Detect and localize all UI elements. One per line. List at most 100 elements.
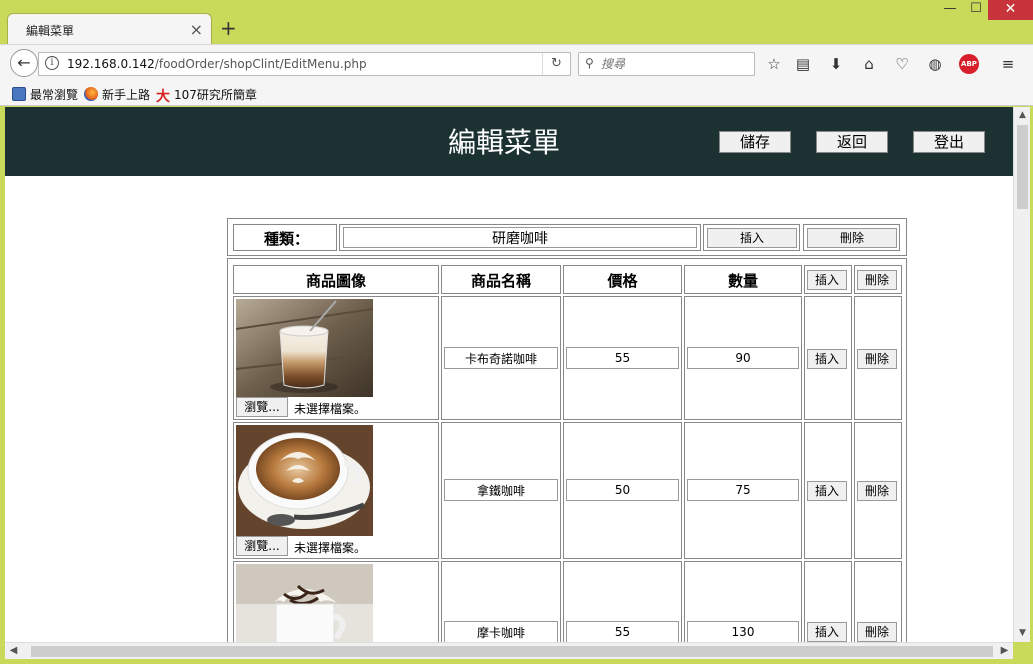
new-tab-icon[interactable]: + xyxy=(220,16,237,40)
row-3-name-cell xyxy=(441,561,561,642)
bookmark-folder-icon xyxy=(12,87,26,101)
row-1-insert-button[interactable]: 插入 xyxy=(807,349,847,369)
row-2-image-cell: 瀏覽... 未選擇檔案。 xyxy=(233,422,439,559)
logout-button[interactable]: 登出 xyxy=(913,131,985,153)
page-header: 編輯菜單 儲存 返回 登出 xyxy=(5,107,1013,176)
bookmark-label: 最常瀏覽 xyxy=(30,88,79,102)
header-insert-button[interactable]: 插入 xyxy=(807,270,847,290)
page-viewport: 編輯菜單 儲存 返回 登出 種類： 插入 刪除 商品圖像 商品名稱 價格 數量 xyxy=(5,107,1013,642)
row-3-delete-button[interactable]: 刪除 xyxy=(857,622,897,642)
minimize-icon[interactable]: — xyxy=(936,0,964,20)
row-1-browse-button[interactable]: 瀏覽... xyxy=(236,397,288,417)
reading-list-icon[interactable]: ▤ xyxy=(793,54,813,74)
back-button[interactable]: 返回 xyxy=(816,131,888,153)
bookmarks-bar: 最常瀏覽 新手上路 大 107研究所簡章 xyxy=(0,82,1033,106)
row-3-qty-cell xyxy=(684,561,802,642)
download-icon[interactable]: ⬇ xyxy=(826,54,846,74)
browser-tab[interactable]: 編輯菜單 × xyxy=(7,13,212,45)
row-3-insert-cell: 插入 xyxy=(804,561,852,642)
row-3-qty-input[interactable] xyxy=(687,621,799,642)
bookmark-most-visited[interactable]: 最常瀏覽 xyxy=(12,86,78,103)
category-table: 種類： 插入 刪除 xyxy=(227,218,907,256)
tab-close-icon[interactable]: × xyxy=(190,20,203,39)
row-2-insert-button[interactable]: 插入 xyxy=(807,481,847,501)
category-label: 種類： xyxy=(264,230,310,248)
row-2-qty-input[interactable] xyxy=(687,479,799,501)
scroll-down-icon[interactable]: ▼ xyxy=(1014,625,1031,642)
row-2-insert-cell: 插入 xyxy=(804,422,852,559)
row-3-delete-cell: 刪除 xyxy=(854,561,902,642)
row-2-browse-button[interactable]: 瀏覽... xyxy=(236,536,288,556)
category-input-cell xyxy=(339,224,701,251)
row-1-delete-cell: 刪除 xyxy=(854,296,902,420)
pocket-icon[interactable]: ♡ xyxy=(892,54,912,74)
category-delete-button[interactable]: 刪除 xyxy=(807,228,897,248)
window-close-icon[interactable]: ✕ xyxy=(988,0,1033,20)
row-1-insert-cell: 插入 xyxy=(804,296,852,420)
cappuccino-photo xyxy=(236,299,373,397)
row-2-price-cell xyxy=(563,422,682,559)
row-1-price-input[interactable] xyxy=(566,347,679,369)
url-bar[interactable]: i 192.168.0.142/foodOrder/shopClint/Edit… xyxy=(38,52,571,76)
row-1-name-input[interactable] xyxy=(444,347,558,369)
adblock-icon[interactable]: ABP xyxy=(959,54,979,74)
star-icon[interactable]: ☆ xyxy=(764,54,784,74)
search-input[interactable] xyxy=(601,55,751,73)
scroll-up-icon[interactable]: ▲ xyxy=(1014,107,1031,124)
home-icon[interactable]: ⌂ xyxy=(859,54,879,74)
info-icon[interactable]: i xyxy=(45,56,59,70)
scroll-right-icon[interactable]: ▶ xyxy=(996,643,1013,660)
vertical-scrollbar[interactable]: ▲ ▼ xyxy=(1013,107,1030,642)
row-2-delete-cell: 刪除 xyxy=(854,422,902,559)
category-insert-button[interactable]: 插入 xyxy=(707,228,797,248)
row-1-image-cell: 瀏覽... 未選擇檔案。 xyxy=(233,296,439,420)
category-input[interactable] xyxy=(343,227,697,248)
menu-icon[interactable]: ≡ xyxy=(998,54,1018,74)
header-delete-button[interactable]: 刪除 xyxy=(857,270,897,290)
url-host: 192.168.0.142 xyxy=(67,57,155,71)
scroll-left-icon[interactable]: ◀ xyxy=(5,643,22,660)
row-1-price-cell xyxy=(563,296,682,420)
row-2-delete-button[interactable]: 刪除 xyxy=(857,481,897,501)
latte-photo xyxy=(236,425,373,536)
firefox-icon xyxy=(84,87,98,101)
row-1-no-file-text: 未選擇檔案。 xyxy=(294,402,367,416)
mocha-photo xyxy=(236,564,373,642)
row-3-insert-button[interactable]: 插入 xyxy=(807,622,847,642)
header-name-cell: 商品名稱 xyxy=(441,265,561,294)
header-delete-cell: 刪除 xyxy=(854,265,902,294)
url-path: /foodOrder/shopClint/EditMenu.php xyxy=(154,57,367,71)
row-2-name-input[interactable] xyxy=(444,479,558,501)
row-3-image-cell xyxy=(233,561,439,642)
category-insert-cell: 插入 xyxy=(703,224,800,251)
horizontal-scrollbar[interactable]: ◀ ▶ xyxy=(5,642,1013,659)
vertical-scroll-thumb[interactable] xyxy=(1017,125,1028,209)
bookmark-107-brochure[interactable]: 大 107研究所簡章 xyxy=(156,86,257,105)
category-delete-cell: 刪除 xyxy=(803,224,900,251)
navigation-bar: ← i 192.168.0.142/foodOrder/shopClint/Ed… xyxy=(0,44,1033,82)
window-titlebar: 編輯菜單 × + — ☐ ✕ xyxy=(0,0,1033,45)
save-button[interactable]: 儲存 xyxy=(719,131,791,153)
row-2-qty-cell xyxy=(684,422,802,559)
reload-icon[interactable]: ↻ xyxy=(542,53,570,75)
row-2-price-input[interactable] xyxy=(566,479,679,501)
row-3-name-input[interactable] xyxy=(444,621,558,642)
header-price-cell: 價格 xyxy=(563,265,682,294)
row-1-qty-input[interactable] xyxy=(687,347,799,369)
search-bar[interactable]: ⚲ xyxy=(578,52,755,76)
header-image-cell: 商品圖像 xyxy=(233,265,439,294)
row-2-name-cell xyxy=(441,422,561,559)
maximize-icon[interactable]: ☐ xyxy=(962,0,990,20)
url-text[interactable]: 192.168.0.142/foodOrder/shopClint/EditMe… xyxy=(67,57,367,71)
header-qty-cell: 數量 xyxy=(684,265,802,294)
header-name: 商品名稱 xyxy=(470,272,531,290)
row-1-delete-button[interactable]: 刪除 xyxy=(857,349,897,369)
header-qty: 數量 xyxy=(727,272,758,290)
back-arrow-icon[interactable]: ← xyxy=(10,49,38,77)
globe-icon[interactable]: ◍ xyxy=(925,54,945,74)
bookmark-getting-started[interactable]: 新手上路 xyxy=(84,86,150,103)
row-1-name-cell xyxy=(441,296,561,420)
row-3-price-input[interactable] xyxy=(566,621,679,642)
horizontal-scroll-thumb[interactable] xyxy=(31,646,993,657)
menu-items-table: 商品圖像 商品名稱 價格 數量 插入 刪除 瀏覽... 未選擇檔案。 卡布奇諾咖… xyxy=(227,258,907,642)
